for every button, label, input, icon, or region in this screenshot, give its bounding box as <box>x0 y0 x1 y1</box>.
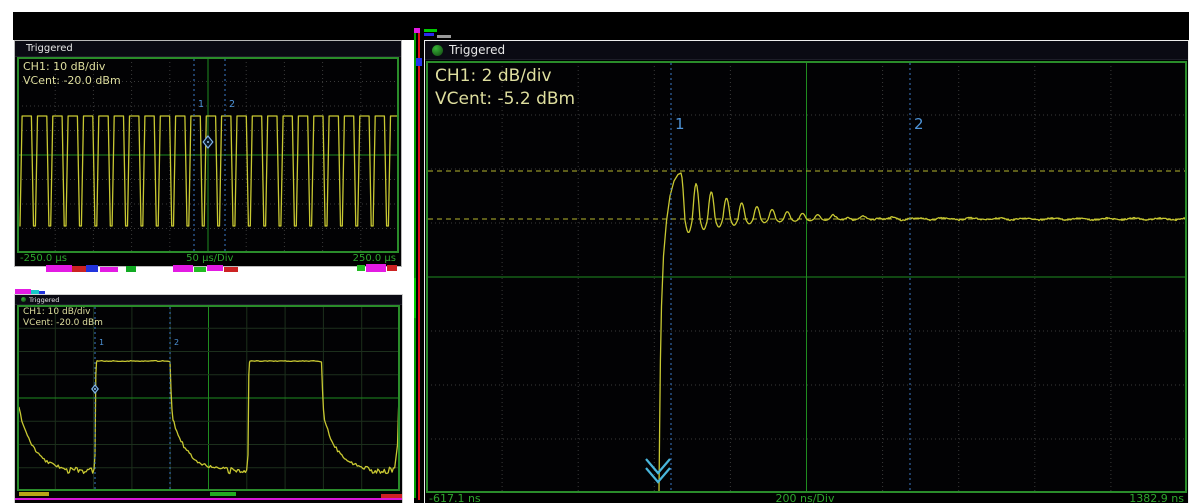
marker-1-label[interactable]: 1 <box>675 115 685 133</box>
artifact <box>207 265 223 271</box>
plot-area[interactable]: 1 2 CH1: 2 dB/div VCent: -5.2 dBm <box>426 61 1187 493</box>
channel-settings-label: CH1: 10 dB/div VCent: -20.0 dBm <box>23 307 103 329</box>
scope-window-pulse-detail: Triggered 1 2 CH1: 10 dB/div VCent: -20.0… <box>14 294 403 503</box>
artifact <box>100 267 118 272</box>
titlebar[interactable]: Triggered <box>15 41 401 57</box>
artifact <box>19 492 49 496</box>
marker-2-label[interactable]: 2 <box>914 115 924 133</box>
artifact <box>424 33 434 36</box>
artifact <box>418 30 420 500</box>
scope-window-pulse-train: Triggered 1 2 CH1: 10 dB/div VCent: -20.0… <box>14 40 402 267</box>
channel-scale-label: CH1: 10 dB/div <box>23 60 121 74</box>
channel-scale-label: CH1: 10 dB/div <box>23 307 103 318</box>
window-title: Triggered <box>29 296 59 304</box>
artifact <box>414 278 416 318</box>
clipped-axis-strip <box>15 491 402 503</box>
titlebar[interactable]: Triggered <box>15 295 402 305</box>
artifact <box>173 265 193 272</box>
artifact-line <box>15 498 402 500</box>
artifact <box>437 35 451 38</box>
plot-area[interactable]: 1 2 CH1: 10 dB/div VCent: -20.0 dBm <box>17 305 400 491</box>
window-title: Triggered <box>26 43 73 54</box>
artifact <box>387 265 397 271</box>
waveform-trace <box>20 116 399 226</box>
vcenter-label: VCent: -20.0 dBm <box>23 318 103 329</box>
titlebar[interactable]: Triggered <box>425 41 1188 60</box>
artifact <box>416 58 422 66</box>
axis-end-label: 1382.9 ns <box>1129 493 1184 503</box>
trigger-diamond-dot <box>94 388 96 390</box>
marker-1-label[interactable]: 1 <box>99 338 104 347</box>
axis-scale-label: 200 ns/Div <box>776 493 835 503</box>
trigger-status-icon <box>21 297 26 302</box>
artifact <box>126 266 136 272</box>
axis-start-label: -617.1 ns <box>429 493 481 503</box>
artifact <box>210 492 236 496</box>
artifact <box>357 265 365 271</box>
trigger-status-icon <box>432 45 443 56</box>
plot-area[interactable]: 1 2 CH1: 10 dB/div VCent: -20.0 dBm <box>17 57 399 253</box>
waveform-trace <box>659 173 1185 491</box>
artifact <box>194 267 206 272</box>
scope-window-step-response: Triggered 1 2 CH1: 2 dB/div VCent: -5.2 d… <box>424 40 1189 503</box>
artifact <box>224 267 238 272</box>
channel-scale-label: CH1: 2 dB/div <box>435 65 575 88</box>
artifact <box>366 264 386 272</box>
vcenter-label: VCent: -20.0 dBm <box>23 74 121 88</box>
background-strip <box>13 12 1189 40</box>
marker-1-label[interactable]: 1 <box>198 99 204 110</box>
artifact <box>424 29 437 32</box>
marker-2-label[interactable]: 2 <box>229 99 235 110</box>
marker-2-label[interactable]: 2 <box>174 338 179 347</box>
window-title: Triggered <box>449 43 505 57</box>
vcenter-label: VCent: -5.2 dBm <box>435 88 575 111</box>
time-axis-labels: -617.1 ns 200 ns/Div 1382.9 ns <box>426 493 1187 503</box>
artifact-strip <box>414 28 424 503</box>
oscilloscope-desktop: Triggered 1 2 CH1: 10 dB/div VCent: -20.0… <box>0 0 1189 503</box>
waveform-trace <box>19 361 400 474</box>
artifact <box>414 28 420 33</box>
artifact <box>86 265 98 272</box>
channel-settings-label: CH1: 2 dB/div VCent: -5.2 dBm <box>435 65 575 111</box>
channel-settings-label: CH1: 10 dB/div VCent: -20.0 dBm <box>23 60 121 88</box>
artifact <box>414 32 416 498</box>
artifact <box>46 265 72 272</box>
artifact <box>72 266 86 272</box>
trigger-position-arrow-icon[interactable] <box>646 459 670 482</box>
trigger-diamond-dot <box>207 141 209 143</box>
